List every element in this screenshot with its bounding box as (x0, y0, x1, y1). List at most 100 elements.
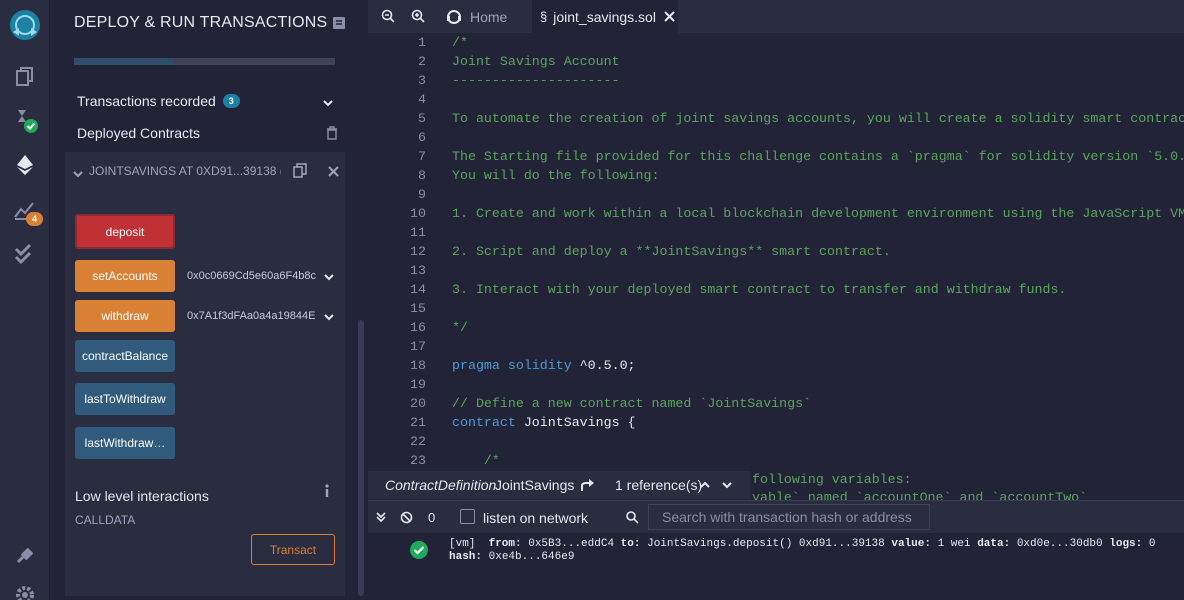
last-withdraw-amount-button[interactable]: lastWithdraw… (75, 427, 175, 459)
close-tab-icon[interactable] (664, 11, 675, 22)
terminal: 0 listen on network Search with transact… (368, 500, 1184, 600)
chevron-down-icon[interactable] (721, 479, 733, 491)
trash-icon[interactable] (326, 126, 338, 145)
zoom-out-icon[interactable] (381, 9, 395, 28)
line-number: 2 (418, 54, 426, 69)
code-line: 14 3. Interact with your deployed smart c… (368, 282, 1184, 301)
chevron-down-icon[interactable] (322, 96, 334, 114)
collapse-terminal-icon[interactable] (376, 512, 386, 522)
info-icon[interactable] (324, 484, 330, 503)
last-to-withdraw-button[interactable]: lastToWithdraw (75, 383, 175, 415)
line-number: 17 (410, 339, 426, 354)
file-explorer-icon[interactable] (10, 62, 40, 92)
code-plain: ^0.5.0; (571, 358, 636, 373)
copy-icon[interactable] (293, 163, 307, 183)
log-line-1: [vm] from: 0x5B3...eddC4 to: JointSaving… (449, 538, 1155, 550)
line-number: 15 (410, 301, 426, 316)
code-line: 21 contract JointSavings { (368, 415, 1184, 434)
listen-checkbox[interactable] (460, 509, 475, 524)
chevron-down-icon[interactable] (73, 166, 83, 184)
line-number: 8 (418, 168, 426, 183)
chevron-up-icon[interactable] (699, 479, 711, 491)
remix-logo-icon[interactable] (8, 8, 42, 42)
line-number: 6 (418, 130, 426, 145)
withdraw-input[interactable]: 0x7A1f3dFAa0a4a19844E (177, 300, 319, 332)
deposit-button[interactable]: deposit (75, 214, 175, 249)
code-line: 6 (368, 130, 1184, 149)
code-text: 1. Create and work within a local blockc… (452, 206, 1184, 221)
log-prefix: [vm] (449, 538, 476, 550)
line-number: 10 (410, 206, 426, 221)
line-number: 22 (410, 434, 426, 449)
set-accounts-button[interactable]: setAccounts (75, 260, 175, 292)
remix-ide: 4 DEPLOY & RUN TRANSACTIONS Transactions… (0, 0, 1184, 600)
set-accounts-input[interactable]: 0x0c0669Cd5e60a6F4b8c (177, 260, 319, 292)
code-text: The Starting file provided for this chal… (452, 149, 1184, 164)
settings-gear-icon[interactable] (10, 580, 40, 600)
home-icon (446, 9, 462, 25)
log-logs-label: logs: (1109, 538, 1143, 550)
success-check-icon (409, 540, 429, 560)
pending-tx-count: 0 (428, 510, 436, 525)
deploy-run-icon[interactable] (10, 150, 40, 180)
withdraw-button[interactable]: withdraw (75, 300, 175, 332)
zoom-in-icon[interactable] (411, 9, 425, 28)
panel-scrollbar[interactable] (358, 320, 364, 596)
code-line: 8 You will do the following: (368, 168, 1184, 187)
line-number: 18 (410, 358, 426, 373)
line-number: 5 (418, 111, 426, 126)
verify-icon[interactable] (10, 238, 40, 268)
code-line: 20 // Define a new contract named `JointS… (368, 396, 1184, 415)
log-data: 0xd0e...30db0 (1016, 538, 1103, 550)
instance-header[interactable]: JOINTSAVINGS AT 0XD91...39138 (MEMORY) (65, 152, 345, 188)
code-line: 18 pragma solidity ^0.5.0; (368, 358, 1184, 377)
plugin-badge: 4 (26, 212, 43, 226)
code-keyword: pragma solidity (452, 358, 572, 373)
calldata-label: CALLDATA (75, 513, 136, 527)
code-text: */ (452, 320, 468, 335)
log-to-label: to: (620, 538, 641, 550)
plugin-manager-icon[interactable] (10, 540, 40, 570)
compiler-icon[interactable] (10, 106, 40, 136)
clear-console-icon[interactable] (400, 511, 413, 524)
transactions-recorded-row[interactable]: Transactions recorded 3 (77, 93, 240, 109)
chevron-down-icon[interactable] (323, 270, 335, 288)
code-text: --------------------- (452, 73, 620, 88)
editor-area: Home § joint_savings.sol 1 /* 2 Joint Savin… (368, 0, 1184, 600)
transact-button[interactable]: Transact (251, 534, 335, 565)
line-number: 1 (418, 35, 426, 50)
code-line: 3 --------------------- (368, 73, 1184, 92)
calldata-input[interactable] (75, 535, 250, 565)
close-icon[interactable] (328, 164, 339, 182)
log-value: 1 wei (937, 538, 971, 550)
code-line: 22 (368, 434, 1184, 453)
code-line: 23 /* (368, 453, 1184, 469)
log-line-2: hash: 0xe4b...646e9 (449, 551, 574, 563)
documentation-icon[interactable] (332, 16, 346, 35)
code-line: 13 (368, 263, 1184, 282)
code-line: 17 (368, 339, 1184, 358)
terminal-search-input[interactable]: Search with transaction hash or address (648, 504, 930, 530)
reference-count[interactable]: 1 reference(s) (615, 477, 702, 493)
log-from: 0x5B3...eddC4 (528, 538, 615, 550)
code-line: 11 (368, 225, 1184, 244)
deploy-run-panel: DEPLOY & RUN TRANSACTIONS Transactions r… (50, 0, 368, 600)
low-level-title: Low level interactions (75, 488, 209, 504)
deployed-contracts-label: Deployed Contracts (77, 125, 200, 141)
goto-definition-icon[interactable] (580, 478, 595, 492)
code-editor[interactable]: 1 /* 2 Joint Savings Account 3 --------------… (368, 33, 1184, 469)
search-icon (626, 511, 639, 524)
code-text: contract JointSavings { (452, 415, 636, 430)
log-from-label: from: (488, 538, 522, 550)
code-text: /* (452, 35, 468, 50)
tab-joint-savings[interactable]: § joint_savings.sol (532, 0, 678, 33)
line-number: 3 (418, 73, 426, 88)
line-number: 16 (410, 320, 426, 335)
panel-progress-fill (74, 58, 174, 65)
tab-home[interactable]: Home (438, 0, 532, 33)
terminal-log-entry[interactable]: [vm] from: 0x5B3...eddC4 to: JointSaving… (368, 537, 1184, 567)
contract-balance-button[interactable]: contractBalance (75, 340, 175, 372)
code-line: 15 (368, 301, 1184, 320)
code-line: 5 To automate the creation of joint savin… (368, 111, 1184, 130)
chevron-down-icon[interactable] (323, 310, 335, 328)
